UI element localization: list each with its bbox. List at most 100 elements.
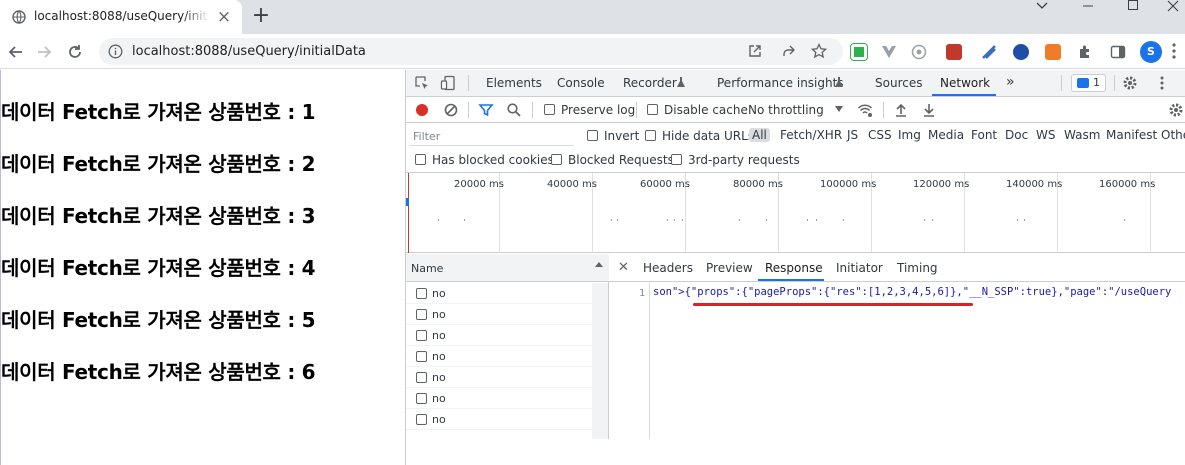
type-filter-font[interactable]: Font [971,128,997,142]
extension-red-icon[interactable] [946,44,962,60]
share-icon[interactable] [781,43,797,59]
type-filter-wasm[interactable]: Wasm [1064,128,1100,142]
filter-funnel-icon[interactable] [478,102,494,118]
invert-label: Invert [604,129,640,143]
type-filter-fetch-xhr[interactable]: Fetch/XHR [780,128,842,142]
blocked-requests-checkbox[interactable] [551,154,562,165]
filter-placeholder: Filter [413,130,441,143]
request-tick [766,219,767,221]
side-panel-icon[interactable] [1110,44,1126,60]
name-column-header[interactable]: Name [406,254,609,282]
new-tab-button[interactable]: + [250,5,272,27]
browser-menu-icon[interactable] [1172,43,1176,59]
request-row[interactable]: no [406,325,592,346]
gear-icon[interactable] [1122,75,1138,91]
close-tab-icon[interactable]: × [215,8,233,26]
dropdown-arrow-icon[interactable] [834,105,844,113]
type-filter-ws[interactable]: WS [1036,128,1055,142]
record-button[interactable] [416,104,428,116]
tab-console[interactable]: Console [557,76,605,90]
url-text: localhost:8088/useQuery/initialData [132,44,366,59]
extension-circle-icon[interactable] [911,44,927,60]
extension-vue-icon[interactable] [881,44,897,60]
devtools-menu-icon[interactable] [1154,75,1170,91]
request-tick [1017,219,1018,221]
type-filter-css[interactable]: CSS [868,128,892,142]
type-filter-doc[interactable]: Doc [1005,128,1028,142]
extension-orange-icon[interactable] [1045,44,1061,60]
disable-cache-checkbox[interactable] [647,104,658,115]
type-filter-media[interactable]: Media [928,128,964,142]
type-filter-js[interactable]: JS [847,128,858,142]
device-toolbar-icon[interactable] [440,75,456,91]
import-har-icon[interactable] [893,102,909,118]
tab-network[interactable]: Network [940,76,990,90]
tab-preview[interactable]: Preview [706,261,753,275]
inspect-element-icon[interactable] [414,75,430,91]
extension-pen-icon[interactable] [981,44,997,60]
request-row[interactable]: no [406,304,592,325]
minimize-icon [1083,5,1093,7]
network-conditions-icon[interactable] [857,102,873,118]
extensions-puzzle-icon[interactable] [1077,44,1093,60]
back-arrow-icon [8,46,22,58]
type-filter-all[interactable]: All [749,128,770,142]
request-tick [739,219,740,221]
hide-data-urls-checkbox[interactable] [645,130,656,141]
type-filter-img[interactable]: Img [898,128,921,142]
tab-headers[interactable]: Headers [643,261,693,275]
minimize-button[interactable] [1065,0,1111,32]
extension-blue-icon[interactable] [1013,44,1029,60]
product-item: 데이터 Fetch로 가져온 상품번호 : 4 [1,256,316,280]
forward-button[interactable] [32,40,56,64]
tab-recorder[interactable]: Recorder [623,76,677,90]
request-row[interactable]: no [406,367,592,388]
browser-tab[interactable]: localhost:8088/useQuery/initialData × [0,0,242,34]
separator [532,102,533,118]
extension-green-icon[interactable] [850,43,868,61]
request-row[interactable]: no [406,409,592,430]
open-in-new-icon[interactable] [747,43,763,59]
issues-badge[interactable]: 1 [1071,74,1106,92]
tab-sources[interactable]: Sources [875,76,922,90]
clear-icon[interactable] [443,102,459,118]
third-party-checkbox[interactable] [671,154,682,165]
tab-response[interactable]: Response [765,261,823,275]
tab-search-button[interactable] [1019,0,1065,32]
more-tabs-button[interactable]: » [1006,74,1015,90]
close-window-button[interactable] [1150,0,1185,32]
type-filter-manifest[interactable]: Manifest [1106,128,1157,142]
tab-performance-insights[interactable]: Performance insights [717,76,844,90]
throttling-select[interactable]: No throttling [748,103,824,117]
request-tick [807,219,808,221]
request-row[interactable]: no [406,346,592,367]
search-icon[interactable] [506,102,522,118]
tab-initiator[interactable]: Initiator [836,261,883,275]
address-bar[interactable]: localhost:8088/useQuery/initialData [99,38,843,65]
request-row[interactable]: no [406,283,592,304]
has-blocked-cookies-checkbox[interactable] [415,154,426,165]
request-row[interactable]: no [406,388,592,409]
preserve-log-checkbox[interactable] [544,104,555,115]
tab-timing[interactable]: Timing [897,261,938,275]
close-detail-icon[interactable]: ✕ [618,260,629,275]
timeline-tick-label: 120000 ms [913,179,970,190]
tab-title: localhost:8088/useQuery/initialData [34,9,209,23]
back-button[interactable] [4,40,28,64]
filter-input[interactable]: Filter [409,127,574,146]
request-list-scrollbar[interactable] [592,283,608,439]
type-filter-other[interactable]: Othe [1161,128,1185,142]
site-info-icon[interactable] [108,44,123,59]
network-overview-timeline[interactable]: 20000 ms 40000 ms 60000 ms 80000 ms 1000… [406,173,1185,253]
flask-icon [835,77,843,87]
profile-avatar[interactable]: S [1140,41,1162,63]
network-settings-gear-icon[interactable] [1168,102,1184,118]
filter-bar: Filter Invert Hide data URLs All Fetch/X… [406,123,1185,149]
response-body-text[interactable]: son">{"props":{"pageProps":{"res":[1,2,3… [653,286,1171,298]
reload-button[interactable] [63,40,87,64]
request-type-icon [416,393,427,404]
export-har-icon[interactable] [921,102,937,118]
invert-checkbox[interactable] [587,130,598,141]
bookmark-star-icon[interactable] [811,43,827,59]
tab-elements[interactable]: Elements [486,76,542,90]
